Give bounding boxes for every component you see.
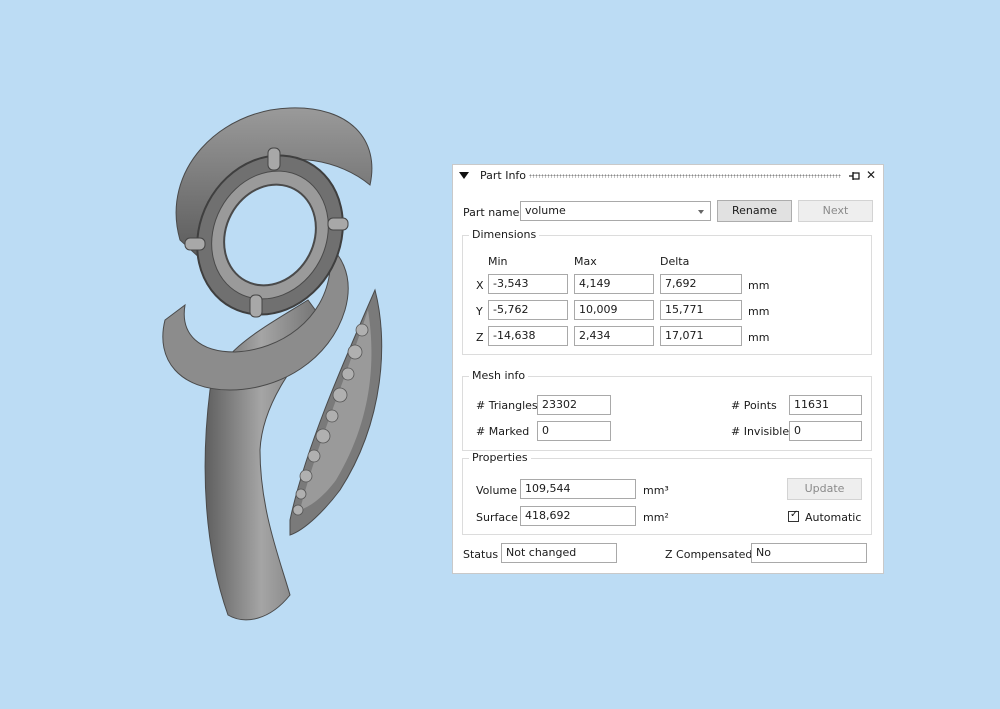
x-unit-label: mm bbox=[748, 279, 770, 292]
z-unit-label: mm bbox=[748, 331, 770, 344]
z-delta-field[interactable]: 17,071 bbox=[660, 326, 742, 346]
y-unit-label: mm bbox=[748, 305, 770, 318]
y-max-field[interactable]: 10,009 bbox=[574, 300, 654, 320]
axis-label-x: X bbox=[476, 279, 484, 292]
volume-label: Volume bbox=[476, 484, 517, 497]
axis-label-y: Y bbox=[476, 305, 483, 318]
header-min: Min bbox=[488, 255, 508, 268]
axis-label-z: Z bbox=[476, 331, 484, 344]
z-compensated-label: Z Compensated bbox=[665, 548, 753, 561]
mesh-info-group: Mesh info # Triangles 23302 # Points 116… bbox=[462, 369, 872, 451]
update-button[interactable]: Update bbox=[787, 478, 862, 500]
pin-icon[interactable] bbox=[849, 171, 861, 181]
volume-field[interactable]: 109,544 bbox=[520, 479, 636, 499]
automatic-checkbox[interactable]: ✓ bbox=[788, 509, 799, 522]
triangles-field[interactable]: 23302 bbox=[537, 395, 611, 415]
points-field[interactable]: 11631 bbox=[789, 395, 862, 415]
automatic-label: Automatic bbox=[805, 511, 862, 524]
marked-field[interactable]: 0 bbox=[537, 421, 611, 441]
dimensions-group: Dimensions Min Max Delta X -3,543 4,149 … bbox=[462, 228, 872, 355]
y-min-field[interactable]: -5,762 bbox=[488, 300, 568, 320]
status-label: Status bbox=[463, 548, 499, 561]
mesh-info-title: Mesh info bbox=[469, 369, 529, 382]
next-button[interactable]: Next bbox=[798, 200, 873, 222]
header-max: Max bbox=[574, 255, 597, 268]
surface-field[interactable]: 418,692 bbox=[520, 506, 636, 526]
x-delta-field[interactable]: 7,692 bbox=[660, 274, 742, 294]
part-name-value: volume bbox=[525, 204, 566, 217]
points-label: # Points bbox=[731, 399, 777, 412]
part-info-panel: Part Info ✕ Part name volume Rename Next… bbox=[452, 164, 884, 574]
checkmark-icon: ✓ bbox=[790, 509, 799, 520]
ring-3d-model[interactable] bbox=[140, 90, 390, 630]
properties-group: Properties Volume 109,544 mm³ Update Sur… bbox=[462, 451, 872, 535]
surface-label: Surface bbox=[476, 511, 518, 524]
status-field[interactable]: Not changed bbox=[501, 543, 617, 563]
invisible-field[interactable]: 0 bbox=[789, 421, 862, 441]
dimensions-title: Dimensions bbox=[469, 228, 540, 241]
invisible-label: # Invisible bbox=[731, 425, 790, 438]
close-icon[interactable]: ✕ bbox=[866, 168, 876, 182]
part-name-dropdown[interactable]: volume bbox=[520, 201, 711, 221]
triangles-label: # Triangles bbox=[476, 399, 538, 412]
z-max-field[interactable]: 2,434 bbox=[574, 326, 654, 346]
volume-unit-label: mm³ bbox=[643, 484, 669, 497]
panel-titlebar[interactable]: Part Info ✕ bbox=[453, 165, 883, 187]
x-max-field[interactable]: 4,149 bbox=[574, 274, 654, 294]
panel-title: Part Info bbox=[480, 169, 527, 182]
x-min-field[interactable]: -3,543 bbox=[488, 274, 568, 294]
z-min-field[interactable]: -14,638 bbox=[488, 326, 568, 346]
part-name-label: Part name bbox=[463, 206, 520, 219]
collapse-arrow-icon[interactable] bbox=[459, 172, 469, 179]
properties-title: Properties bbox=[469, 451, 531, 464]
rename-button[interactable]: Rename bbox=[717, 200, 792, 222]
chevron-down-icon bbox=[698, 210, 704, 214]
drag-grip[interactable] bbox=[529, 174, 841, 178]
header-delta: Delta bbox=[660, 255, 690, 268]
y-delta-field[interactable]: 15,771 bbox=[660, 300, 742, 320]
surface-unit-label: mm² bbox=[643, 511, 669, 524]
z-compensated-field[interactable]: No bbox=[751, 543, 867, 563]
marked-label: # Marked bbox=[476, 425, 530, 438]
